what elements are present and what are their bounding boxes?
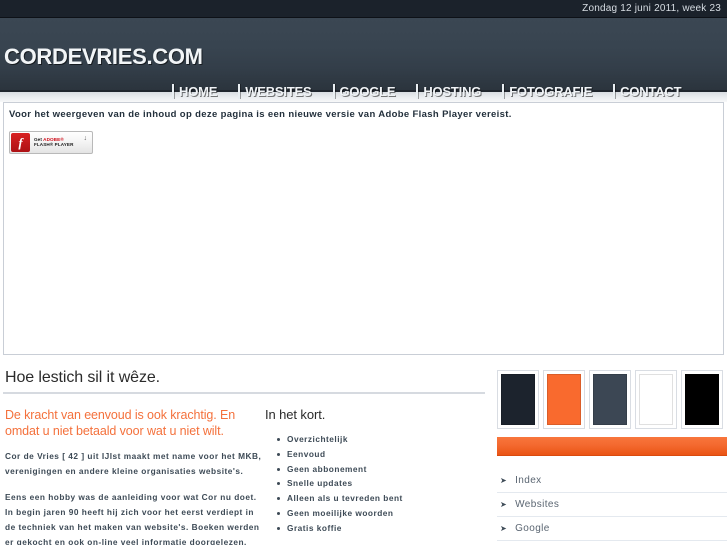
swatch-white-fill [639,374,673,425]
nav-item-google[interactable]: GOOGLE [332,84,396,99]
swatch-dark-navy[interactable] [497,370,539,429]
flash-get-text: Get [34,136,44,142]
color-swatch-row [497,370,727,429]
swatch-orange[interactable] [543,370,585,429]
sidebar-item-google[interactable]: ➤ Google [497,517,727,541]
flash-required-message: Voor het weergeven van de inhoud op deze… [9,109,512,120]
accent-bar [497,437,727,456]
nav-item-websites[interactable]: WEBSITES [238,84,312,99]
list-item: Geen moeilijke woorden [265,506,497,521]
download-arrow-icon: ↓ [83,135,88,142]
arrow-right-icon: ➤ [500,499,508,509]
swatch-dark-navy-fill [501,374,535,425]
site-logo[interactable]: CORDEVRIES.COM [4,44,203,70]
arrow-right-icon: ➤ [500,475,508,485]
sidebar-item-label: Google [515,523,550,534]
sidebar-item-websites[interactable]: ➤ Websites [497,493,727,517]
flash-player-text: FLASH® PLAYER [34,141,74,147]
summary-column: In het kort. Overzichtelijk Eenvoud Geen… [265,407,497,545]
list-item: Geen abbonement [265,462,497,477]
flash-button-label: Get ADOBE® FLASH® PLAYER [34,136,74,148]
arrow-right-icon: ➤ [500,523,508,533]
site-header: CORDEVRIES.COM HOME WEBSITES GOOGLE HOST… [0,18,727,99]
sidebar-item-label: Index [515,475,542,486]
swatch-orange-fill [547,374,581,425]
swatch-black[interactable] [681,370,723,429]
flash-content-panel: Voor het weergeven van de inhoud op deze… [3,102,724,355]
get-flash-player-button[interactable]: f Get ADOBE® FLASH® PLAYER ↓ [9,131,93,154]
nav-item-contact[interactable]: CONTACT [613,84,682,99]
list-item: Snelle updates [265,476,497,491]
body-paragraph-2: Eens een hobby was de aanleiding voor wa… [5,492,260,545]
nav-item-home[interactable]: HOME [172,84,217,99]
swatch-slate[interactable] [589,370,631,429]
nav-item-hosting[interactable]: HOSTING [416,84,481,99]
lead-paragraph: De kracht van eenvoud is ook krachtig. E… [5,408,236,438]
swatch-black-fill [685,374,719,425]
flash-adobe-text: ADOBE® [43,136,64,142]
summary-title: In het kort. [265,407,326,422]
intro-column: De kracht van eenvoud is ook krachtig. E… [3,407,265,545]
top-date-bar: Zondag 12 juni 2011, week 23 [0,0,727,18]
right-sidebar: ➤ Index ➤ Websites ➤ Google [497,370,727,541]
nav-item-fotografie[interactable]: FOTOGRAFIE [502,84,592,99]
list-item: Alleen als u tevreden bent [265,491,497,506]
main-content: Hoe lestich sil it wêze. De kracht van e… [0,355,727,545]
summary-bullet-list: Overzichtelijk Eenvoud Geen abbonement S… [265,432,497,536]
flash-logo-icon: f [11,133,30,152]
sidebar-item-index[interactable]: ➤ Index [497,469,727,493]
list-item: Overzichtelijk [265,432,497,447]
swatch-white[interactable] [635,370,677,429]
list-item: Eenvoud [265,447,497,462]
list-item: Gratis koffie [265,521,497,536]
date-text: Zondag 12 juni 2011, week 23 [582,3,721,14]
body-paragraph-1: Cor de Vries [ 42 ] uit IJlst maakt met … [5,451,262,476]
sidebar-item-label: Websites [515,499,560,510]
swatch-slate-fill [593,374,627,425]
title-divider [3,392,485,394]
